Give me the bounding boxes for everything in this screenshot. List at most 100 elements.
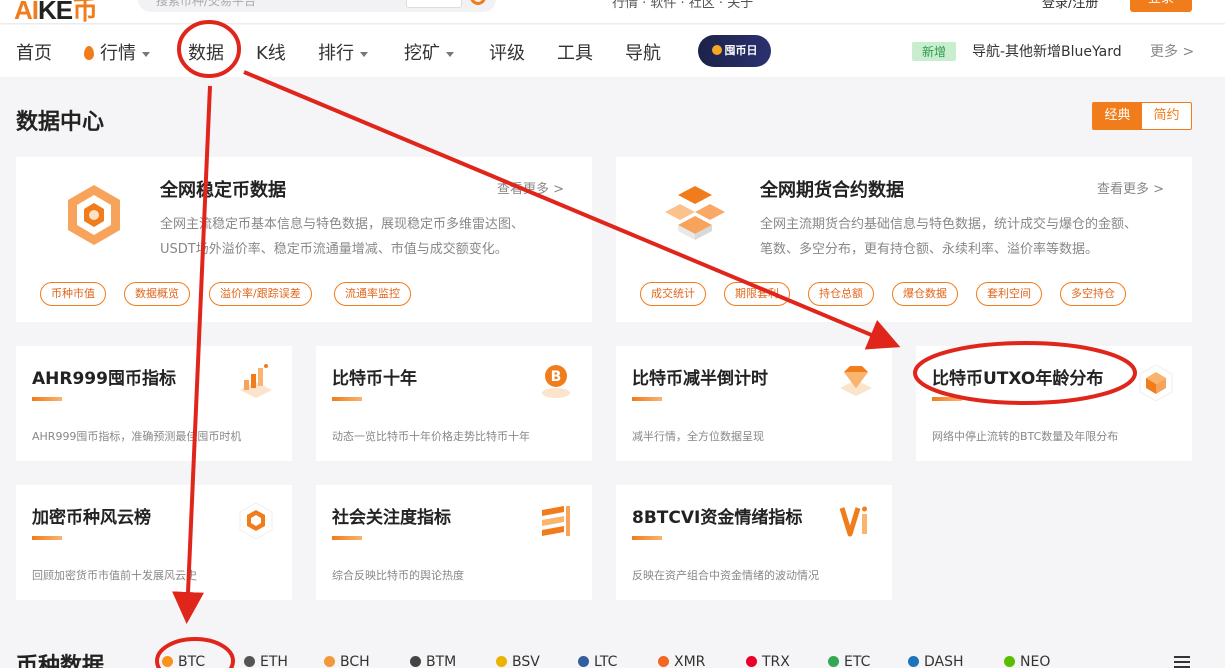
menu-icon[interactable] bbox=[1174, 656, 1190, 668]
promo-banner[interactable]: 囤币日 bbox=[698, 35, 771, 67]
halving-desc: 减半行情，全方位数据呈现 bbox=[632, 430, 764, 443]
tag-volume[interactable]: 成交统计 bbox=[640, 282, 706, 306]
nav-navigation[interactable]: 导航 bbox=[625, 39, 661, 65]
nav-tools[interactable]: 工具 bbox=[557, 39, 593, 65]
tag-open-interest[interactable]: 持仓总额 bbox=[808, 282, 874, 306]
btm-icon bbox=[410, 656, 421, 667]
more-link[interactable]: 更多 > bbox=[1150, 41, 1194, 61]
chevron-down-icon bbox=[142, 51, 150, 57]
svg-text:B: B bbox=[551, 369, 562, 385]
signal-icon bbox=[542, 506, 570, 536]
coin-tab-trx[interactable]: TRX bbox=[746, 654, 790, 668]
fire-icon bbox=[84, 46, 94, 60]
futures-see-more[interactable]: 查看更多 > bbox=[1097, 178, 1164, 197]
ltc-icon bbox=[578, 656, 589, 667]
nav-ranking[interactable]: 排行 bbox=[318, 39, 368, 65]
social-attention-title[interactable]: 社会关注度指标 bbox=[332, 503, 451, 528]
news-badge: 新增 bbox=[912, 42, 957, 61]
btc-decade-title[interactable]: 比特币十年 bbox=[332, 364, 417, 389]
stablecoin-title[interactable]: 全网稳定币数据 bbox=[160, 176, 286, 202]
coin-tab-bch[interactable]: BCH bbox=[324, 654, 370, 668]
futures-title[interactable]: 全网期货合约数据 bbox=[760, 176, 904, 202]
classic-view-button[interactable]: 经典 bbox=[1093, 103, 1142, 129]
coin-tab-dash[interactable]: DASH bbox=[908, 654, 964, 668]
btc-decade-desc: 动态一览比特币十年价格走势比特币十年 bbox=[332, 430, 530, 443]
coin-tab-ltc[interactable]: LTC bbox=[578, 654, 617, 668]
accent-bar bbox=[332, 536, 362, 540]
futures-desc-1: 全网主流期货合约基础信息与特色数据，统计成交与爆仓的金额、 bbox=[760, 217, 1138, 232]
tag-term-arbitrage[interactable]: 期限套利 bbox=[724, 282, 790, 306]
stairs-chart-icon bbox=[240, 364, 272, 398]
8btcvi-desc: 反映在资产组合中资金情绪的波动情况 bbox=[632, 569, 819, 582]
search-shortcut-hint bbox=[406, 0, 462, 8]
nav-home[interactable]: 首页 bbox=[16, 39, 52, 65]
bch-icon bbox=[324, 656, 335, 667]
chevron-down-icon bbox=[360, 51, 368, 57]
simple-view-button[interactable]: 简约 bbox=[1142, 103, 1191, 129]
accent-bar bbox=[632, 536, 662, 540]
search-box[interactable]: 搜索币种/交易平台 bbox=[138, 0, 496, 12]
coin-tab-btm[interactable]: BTM bbox=[410, 654, 456, 668]
accent-bar bbox=[32, 536, 62, 540]
tag-premium[interactable]: 溢价率/跟踪误差 bbox=[209, 282, 312, 306]
8btcvi-title[interactable]: 8BTCVI资金情绪指标 bbox=[632, 503, 802, 528]
futures-icon bbox=[665, 186, 725, 240]
neo-icon bbox=[1004, 656, 1015, 667]
coin-tab-etc[interactable]: ETC bbox=[828, 654, 870, 668]
social-attention-desc: 综合反映比特币的舆论热度 bbox=[332, 569, 464, 582]
coin-tab-xmr[interactable]: XMR bbox=[658, 654, 705, 668]
nav-market[interactable]: 行情 bbox=[84, 39, 150, 65]
chevron-down-icon bbox=[446, 51, 454, 57]
coin-tab-eth[interactable]: ETH bbox=[244, 654, 288, 668]
login-button[interactable]: 登录 bbox=[1130, 0, 1192, 12]
eth-icon bbox=[244, 656, 255, 667]
search-input[interactable]: 搜索币种/交易平台 bbox=[156, 0, 256, 9]
accent-bar bbox=[632, 397, 662, 401]
coin-tab-bsv[interactable]: BSV bbox=[496, 654, 540, 668]
crypto-ranking-desc: 回顾加密货币市值前十发展风云史 bbox=[32, 569, 197, 582]
btc-icon bbox=[162, 656, 173, 667]
nav-kline[interactable]: K线 bbox=[256, 39, 286, 65]
ahr999-desc: AHR999囤币指标，准确预测最佳囤币时机 bbox=[32, 430, 242, 443]
tag-coin-cap[interactable]: 币种市值 bbox=[40, 282, 106, 306]
vi-logo-icon bbox=[839, 506, 867, 537]
coin-tab-btc[interactable]: BTC bbox=[162, 654, 205, 668]
news-link[interactable]: 导航-其他新增BlueYard bbox=[972, 41, 1122, 61]
etc-icon bbox=[828, 656, 839, 667]
accent-bar bbox=[932, 397, 962, 401]
accent-bar bbox=[332, 397, 362, 401]
tag-long-short[interactable]: 多空持仓 bbox=[1060, 282, 1126, 306]
dash-icon bbox=[908, 656, 919, 667]
tag-liquidation[interactable]: 爆仓数据 bbox=[892, 282, 958, 306]
nav-rating[interactable]: 评级 bbox=[489, 39, 525, 65]
cube-icon bbox=[1139, 364, 1173, 402]
accent-bar bbox=[32, 397, 62, 401]
top-links[interactable]: 行情 · 软件 · 社区 · 关于 bbox=[612, 0, 753, 11]
coin-data-title: 币种数据 bbox=[16, 654, 105, 668]
login-link[interactable]: 登录/注册 bbox=[1042, 0, 1098, 11]
halving-title[interactable]: 比特币减半倒计时 bbox=[632, 364, 768, 389]
nav-mining[interactable]: 挖矿 bbox=[404, 39, 454, 65]
crypto-ranking-title[interactable]: 加密币种风云榜 bbox=[32, 503, 151, 528]
trx-icon bbox=[746, 656, 757, 667]
nav-data[interactable]: 数据 bbox=[188, 39, 224, 65]
tag-circulation[interactable]: 流通率监控 bbox=[334, 282, 411, 306]
search-icon[interactable] bbox=[470, 0, 486, 5]
utxo-title[interactable]: 比特币UTXO年龄分布 bbox=[932, 364, 1103, 389]
tag-arbitrage-space[interactable]: 套利空间 bbox=[976, 282, 1042, 306]
view-toggle: 经典 简约 bbox=[1092, 102, 1192, 130]
coin-tab-neo[interactable]: NEO bbox=[1004, 654, 1050, 668]
main-nav: 首页 行情 数据 K线 排行 挖矿 评级 工具 导航 囤币日 新增 导航-其他新… bbox=[0, 25, 1225, 77]
top-header: AIKE币 搜索币种/交易平台 行情 · 软件 · 社区 · 关于 登录/注册 … bbox=[0, 0, 1225, 24]
futures-desc-2: 笔数、多空分布，更有持仓额、永续利率、溢价率等数据。 bbox=[760, 242, 1099, 257]
site-logo[interactable]: AIKE币 bbox=[14, 0, 98, 23]
tag-overview[interactable]: 数据概览 bbox=[124, 282, 190, 306]
stablecoin-desc-2: USDT场外溢价率、稳定币流通量增减、市值与成交额变化。 bbox=[160, 242, 508, 257]
page-title: 数据中心 bbox=[16, 110, 105, 135]
ahr999-title[interactable]: AHR999囤币指标 bbox=[32, 364, 176, 389]
coin-icon bbox=[711, 45, 722, 55]
stablecoin-see-more[interactable]: 查看更多 > bbox=[497, 178, 564, 197]
bsv-icon bbox=[496, 656, 507, 667]
diamond-icon bbox=[840, 366, 872, 396]
xmr-icon bbox=[658, 656, 669, 667]
